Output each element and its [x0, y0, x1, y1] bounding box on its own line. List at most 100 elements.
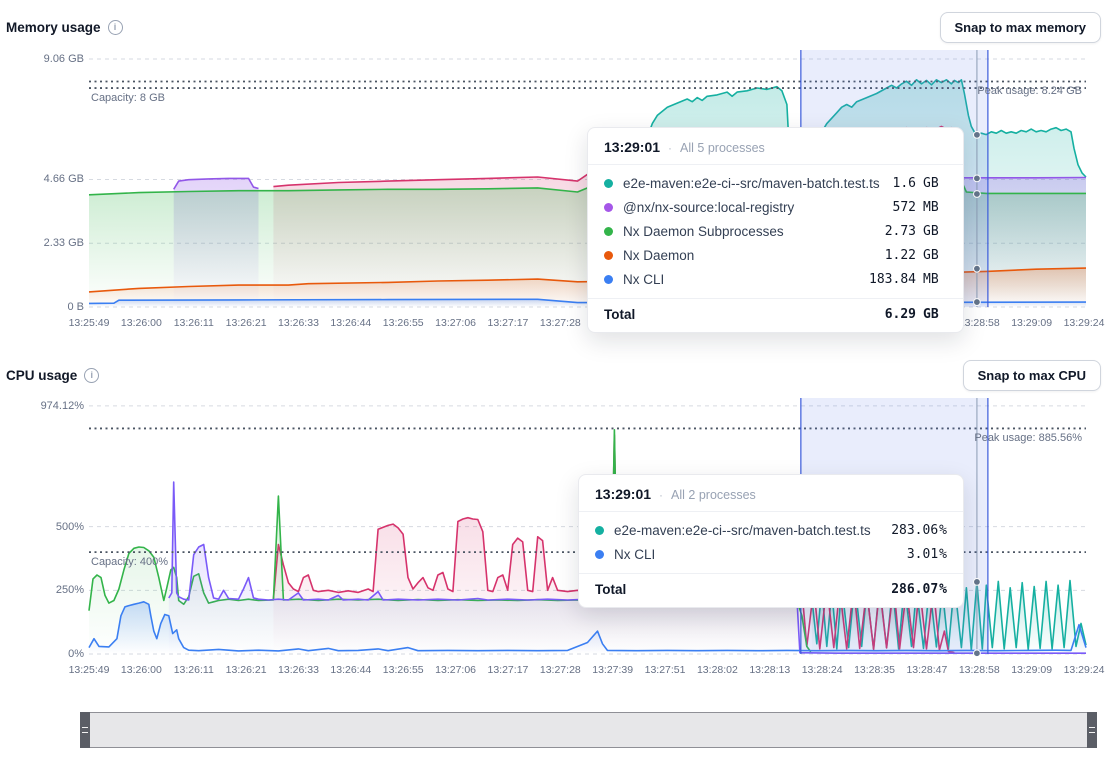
scrollbar-left-handle[interactable]: [80, 712, 90, 748]
peak-usage-label: Peak usage: 8.24 GB: [862, 85, 1082, 97]
y-axis-tick-label: 974.12%: [14, 400, 84, 412]
total-unit: GB: [923, 307, 947, 322]
snap-to-max-memory-button[interactable]: Snap to max memory: [940, 12, 1102, 43]
cpu-section-header: CPU usage Snap to max CPU: [6, 358, 1101, 392]
x-axis-tick-label: 13:29:09: [1003, 317, 1061, 329]
profiler-app: Memory usage Snap to max memory CPU usag…: [0, 0, 1118, 761]
cpu-usage-title-text: CPU usage: [6, 368, 77, 383]
tooltip-row: @nx/nx-source:local-registry572MB: [604, 195, 947, 219]
snap-to-max-cpu-button[interactable]: Snap to max CPU: [963, 360, 1101, 391]
process-value: 572: [893, 200, 916, 215]
process-unit: %: [939, 547, 947, 562]
x-axis-tick-label: 13:26:55: [374, 664, 432, 676]
y-axis-tick-label: 250%: [14, 584, 84, 596]
total-value: 6.29: [885, 307, 916, 322]
peak-usage-label: Peak usage: 885.56%: [862, 432, 1082, 444]
process-unit: %: [939, 523, 947, 538]
y-axis-tick-label: 0%: [14, 648, 84, 660]
process-name: Nx Daemon Subprocesses: [623, 224, 885, 239]
capacity-label: Capacity: 8 GB: [91, 92, 165, 104]
capacity-label: Capacity: 400%: [91, 556, 168, 568]
x-axis-tick-label: 13:27:17: [479, 317, 537, 329]
x-axis-tick-label: 13:27:06: [427, 317, 485, 329]
process-value: 2.73: [885, 224, 916, 239]
x-axis-tick-label: 13:28:58: [950, 664, 1008, 676]
scrollbar-right-handle[interactable]: [1087, 712, 1097, 748]
process-name: Nx CLI: [614, 547, 907, 562]
tooltip-rows: e2e-maven:e2e-ci--src/maven-batch.test.t…: [579, 512, 963, 573]
x-axis-tick-label: 13:28:24: [793, 664, 851, 676]
tooltip-header: 13:29:01·All 5 processes: [588, 128, 963, 165]
tooltip-time: 13:29:01: [595, 486, 651, 502]
process-unit: MB: [923, 200, 947, 215]
series-dot-icon: [595, 526, 604, 535]
tooltip-subtitle: All 2 processes: [671, 488, 756, 502]
process-unit: MB: [923, 272, 947, 287]
cpu-usage-title: CPU usage: [6, 368, 99, 383]
crosshair-dot-icon: [974, 265, 981, 272]
x-axis-tick-label: 13:25:49: [60, 664, 118, 676]
process-name: e2e-maven:e2e-ci--src/maven-batch.test.t…: [614, 523, 891, 538]
x-axis-tick-label: 13:28:13: [741, 664, 799, 676]
crosshair-dot-icon: [974, 650, 981, 657]
series-dot-icon: [595, 550, 604, 559]
x-axis-tick-label: 13:26:44: [322, 317, 380, 329]
x-axis-tick-label: 13:28:35: [846, 664, 904, 676]
total-value: 286.07: [891, 582, 938, 597]
process-value: 1.22: [885, 248, 916, 263]
x-axis-tick-label: 13:25:49: [60, 317, 118, 329]
x-axis-tick-label: 13:27:39: [584, 664, 642, 676]
x-axis-tick-label: 13:27:17: [479, 664, 537, 676]
x-axis-tick-label: 13:28:47: [898, 664, 956, 676]
total-unit: %: [939, 582, 947, 597]
x-axis-tick-label: 13:26:11: [165, 664, 223, 676]
memory-tooltip: 13:29:01·All 5 processes e2e-maven:e2e-ci…: [587, 127, 964, 333]
process-name: Nx CLI: [623, 272, 869, 287]
tooltip-row: e2e-maven:e2e-ci--src/maven-batch.test.t…: [604, 171, 947, 195]
x-axis-tick-label: 13:26:55: [374, 317, 432, 329]
total-label: Total: [595, 582, 891, 597]
tooltip-total-row: Total286.07%: [579, 573, 963, 607]
tooltip-total-row: Total6.29 GB: [588, 298, 963, 332]
memory-info-icon[interactable]: [108, 20, 123, 35]
total-label: Total: [604, 307, 885, 322]
x-axis-tick-label: 13:26:44: [322, 664, 380, 676]
process-unit: GB: [923, 176, 947, 191]
x-axis-tick-label: 13:27:28: [531, 664, 589, 676]
series-dot-icon: [604, 179, 613, 188]
grip-icon: [82, 727, 88, 733]
x-axis-tick-label: 13:27:51: [636, 664, 694, 676]
tooltip-time: 13:29:01: [604, 139, 660, 155]
crosshair-dot-icon: [974, 131, 981, 138]
x-axis-tick-label: 13:26:00: [112, 317, 170, 329]
y-axis-tick-label: 2.33 GB: [14, 237, 84, 249]
tooltip-row: Nx CLI183.84MB: [604, 267, 947, 291]
crosshair-dot-icon: [974, 299, 981, 306]
process-name: e2e-maven:e2e-ci--src/maven-batch.test.t…: [623, 176, 893, 191]
cpu-info-icon[interactable]: [84, 368, 99, 383]
crosshair-dot-icon: [974, 578, 981, 585]
series-dot-icon: [604, 275, 613, 284]
y-axis-tick-label: 9.06 GB: [14, 53, 84, 65]
tooltip-row: Nx CLI3.01%: [595, 542, 947, 566]
tooltip-row: Nx Daemon Subprocesses2.73 GB: [604, 219, 947, 243]
process-value: 1.6: [893, 176, 916, 191]
process-value: 3.01: [907, 547, 938, 562]
y-axis-tick-label: 0 B: [14, 301, 84, 313]
tooltip-rows: e2e-maven:e2e-ci--src/maven-batch.test.t…: [588, 165, 963, 298]
tooltip-row: e2e-maven:e2e-ci--src/maven-batch.test.t…: [595, 518, 947, 542]
process-unit: GB: [923, 224, 947, 239]
process-value: 283.06: [891, 523, 938, 538]
grip-icon: [1089, 727, 1095, 733]
x-axis-tick-label: 13:26:33: [269, 664, 327, 676]
process-unit: GB: [923, 248, 947, 263]
x-axis-tick-label: 13:29:24: [1055, 664, 1113, 676]
cpu-tooltip: 13:29:01·All 2 processese2e-maven:e2e-ci…: [578, 474, 964, 608]
series-dot-icon: [604, 203, 613, 212]
series-dot-icon: [604, 251, 613, 260]
timeline-scrollbar[interactable]: [80, 712, 1097, 748]
x-axis-tick-label: 13:26:11: [165, 317, 223, 329]
x-axis-tick-label: 13:26:33: [269, 317, 327, 329]
x-axis-tick-label: 13:26:21: [217, 664, 275, 676]
series-dot-icon: [604, 227, 613, 236]
